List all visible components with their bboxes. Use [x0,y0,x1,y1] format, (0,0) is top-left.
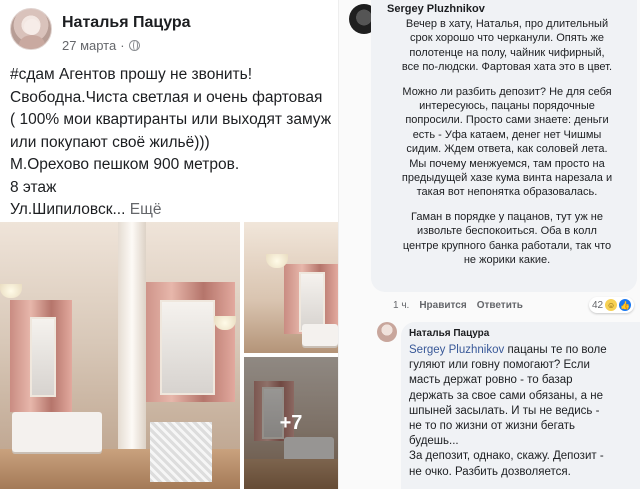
facebook-post: Наталья Пацура 27 марта · #сдам Агентов … [0,0,338,489]
reply-author-avatar[interactable] [377,322,397,342]
comment-bubble: Sergey Pluzhnikov Вечер в хату, Наталья,… [371,0,637,292]
comment-text-line: Можно ли разбить депозит? Не для себя [402,85,612,98]
post-text-truncated: Ул.Шипиловск... [10,201,126,218]
comment-text-line: интересуюсь, пацаны порядочные [419,100,595,113]
like-icon: 👍 [619,299,632,311]
post-text-line: или покупают своё жильё))) [10,133,210,151]
reply-text-line: не то по жизни от жизни бегать [409,420,576,433]
mention-link[interactable]: Sergey Pluzhnikov [409,344,504,356]
comment-actions: 1 ч. Нравится Ответить [393,300,523,311]
photo-thumbnail[interactable] [244,222,338,353]
meta-separator: · [120,38,125,53]
globe-icon [128,40,140,51]
author-avatar[interactable] [10,8,52,50]
reply-bubble: Наталья Пацура Sergey Pluzhnikov пацаны … [401,322,640,489]
comment-text-line: центре крупного банка работали, так что [402,239,612,252]
comment-text-line: такая вот непонятка образовалась. [416,186,598,199]
comment-text-line: Гаман в порядке у пацанов, тут уж не [411,210,603,223]
reply-text-line: не очко. Разбить дозволяется. [409,465,571,478]
post-header: Наталья Пацура 27 марта · [10,8,330,54]
post-text: #сдам Агентов прошу не звонить! Свободна… [10,64,334,222]
comment-text-line: предыдущей хазе кума винта нарезала и [401,172,613,185]
comment-author[interactable]: Sergey Pluzhnikov [387,3,627,15]
post-date[interactable]: 27 марта [62,38,116,53]
comment-text-line: сидим. Ждем ответа, как соловей лета. [406,143,608,156]
see-more-link[interactable]: Ещё [130,201,162,218]
reply-text-line: держать за свое сами обязаны, а не [409,389,604,402]
more-photos-count: +7 [279,411,303,434]
haha-icon: ☺ [605,299,618,311]
post-text-last-line: Ул.Шипиловск... Ещё [10,199,334,222]
post-meta: 27 марта · [62,38,140,53]
comment-time[interactable]: 1 ч. [393,300,409,311]
reply-author[interactable]: Наталья Пацура [409,328,635,339]
more-photos-overlay[interactable]: +7 [244,357,338,489]
post-text-line: #сдам Агентов прошу не звонить! [10,66,253,83]
comment-reactions[interactable]: 42 ☺ 👍 [589,297,635,313]
post-text-line: 8 этаж [10,178,57,196]
comment-text-line: Мы почему менжуемся, там просто на [409,157,605,170]
reply-text-line: шпыней засылать. И ты не ведись - [409,404,600,417]
photo-main[interactable] [0,222,240,489]
post-author-name[interactable]: Наталья Пацура [62,14,191,32]
reply-text-line: Sergey Pluzhnikov пацаны те по воле [409,343,635,358]
comment-text-line: все по-людски. Фартовая хата это в цвет. [401,61,613,74]
reply-text-line: масть держат ровно - то базар [409,374,573,387]
photo-grid: +7 [0,222,338,489]
post-text-line: ( 100% мои квартиранты или выходят замуж [10,111,332,128]
comment-text: Вечер в хату, Наталья, про длительный ср… [387,17,627,268]
comment-text-line: извольте беспокоиться. Оба в колл [417,225,597,238]
comment-text-line: Вечер в хату, Наталья, про длительный [405,18,609,30]
like-button[interactable]: Нравится [419,300,466,311]
comment-text-line: попросили. Просто сами знаете: деньги [405,114,609,127]
post-text-line: М.Орехово пешком 900 метров. [10,156,240,173]
reply-text-line: будешь... [409,435,459,448]
reply-button[interactable]: Ответить [477,300,523,311]
reply-text: Sergey Pluzhnikov пацаны те по воле гуля… [409,343,635,480]
photo-thumbnail-more[interactable]: +7 [244,357,338,489]
comment-text-line: срок хорошо что черканули. Опять же [409,32,605,45]
reply-text-first-line: пацаны те по воле [504,344,607,356]
reply-text-line: За депозит, однако, скажу. Депозит - [409,450,604,463]
reply-text-line: гуляют или говну помогают? Если [409,359,590,372]
comment-text-line: есть - Уфа катаем, денег нет Чишмы [412,128,602,141]
comment-text-line: не жорики какие. [463,254,551,267]
post-text-line: Свободна.Чиста светлая и очень фартовая [10,88,323,106]
comments-panel: Sergey Pluzhnikov Вечер в хату, Наталья,… [338,0,640,489]
reactions-count: 42 [592,299,604,311]
comment-text-line: полотенце на полу, чайник чифирный, [409,46,605,59]
